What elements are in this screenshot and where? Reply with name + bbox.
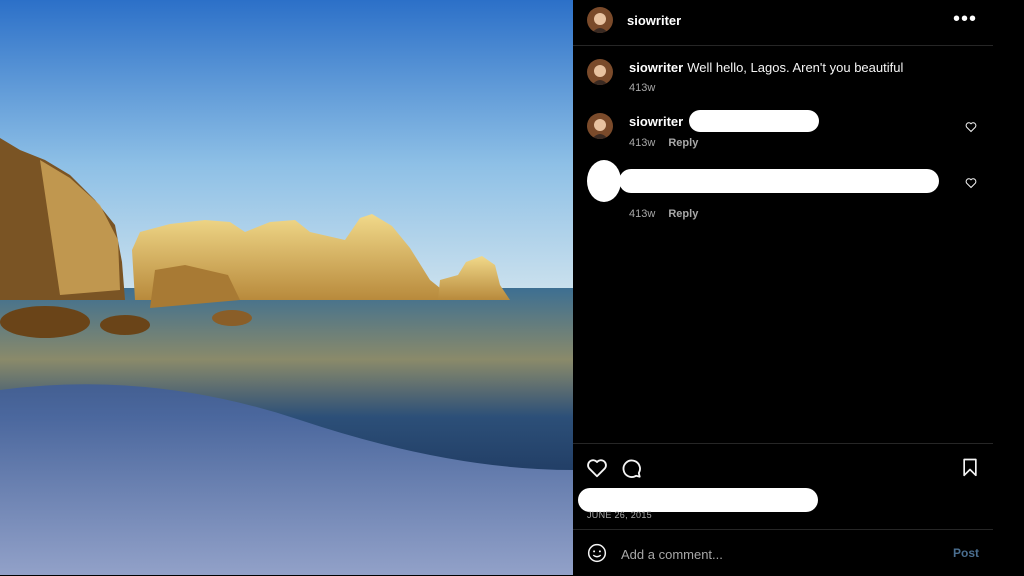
comment-time: 413w bbox=[629, 82, 656, 94]
post-username[interactable]: siowriter bbox=[627, 13, 681, 28]
redacted-comment-text bbox=[689, 110, 819, 132]
comment-like-heart-icon[interactable] bbox=[965, 177, 977, 189]
reply-button[interactable]: Reply bbox=[668, 137, 698, 149]
more-horizontal-icon[interactable]: ••• bbox=[953, 8, 977, 31]
beach-photo bbox=[0, 0, 573, 575]
avatar[interactable] bbox=[587, 113, 613, 139]
post-button[interactable]: Post bbox=[953, 546, 979, 560]
comment-item: 413w Reply bbox=[587, 160, 977, 222]
avatar[interactable] bbox=[587, 59, 613, 85]
comment-username[interactable]: siowriter bbox=[629, 60, 683, 75]
comment-item: siowriter 413w Reply bbox=[587, 110, 977, 153]
post-photo[interactable] bbox=[0, 0, 573, 575]
bookmark-icon[interactable] bbox=[960, 457, 980, 477]
comment-input[interactable] bbox=[619, 542, 943, 566]
comment-text: Well hello, Lagos. Aren't you beautiful bbox=[687, 60, 904, 75]
redacted-likes bbox=[578, 488, 818, 512]
redacted-avatar bbox=[587, 160, 621, 202]
comment-bubble-icon[interactable] bbox=[620, 457, 642, 479]
comment-username[interactable]: siowriter bbox=[629, 114, 683, 129]
comment-like-heart-icon[interactable] bbox=[965, 121, 977, 133]
post-detail-panel: siowriter ••• siowriter Well hello, Lagos… bbox=[573, 0, 993, 575]
reply-button[interactable]: Reply bbox=[668, 208, 698, 220]
comment-time: 413w bbox=[629, 208, 656, 220]
avatar[interactable] bbox=[587, 7, 613, 33]
caption-comment: siowriter Well hello, Lagos. Aren't you b… bbox=[587, 59, 977, 99]
post-actions: JUNE 26, 2015 bbox=[573, 443, 993, 530]
heart-icon[interactable] bbox=[586, 457, 608, 479]
emoji-icon[interactable] bbox=[587, 543, 607, 563]
comment-time: 413w bbox=[629, 137, 656, 149]
window-edge bbox=[993, 0, 1024, 575]
add-comment-bar: Post bbox=[573, 529, 993, 576]
post-header: siowriter ••• bbox=[573, 0, 993, 46]
redacted-comment-text bbox=[619, 169, 939, 193]
post-date: JUNE 26, 2015 bbox=[587, 510, 652, 520]
